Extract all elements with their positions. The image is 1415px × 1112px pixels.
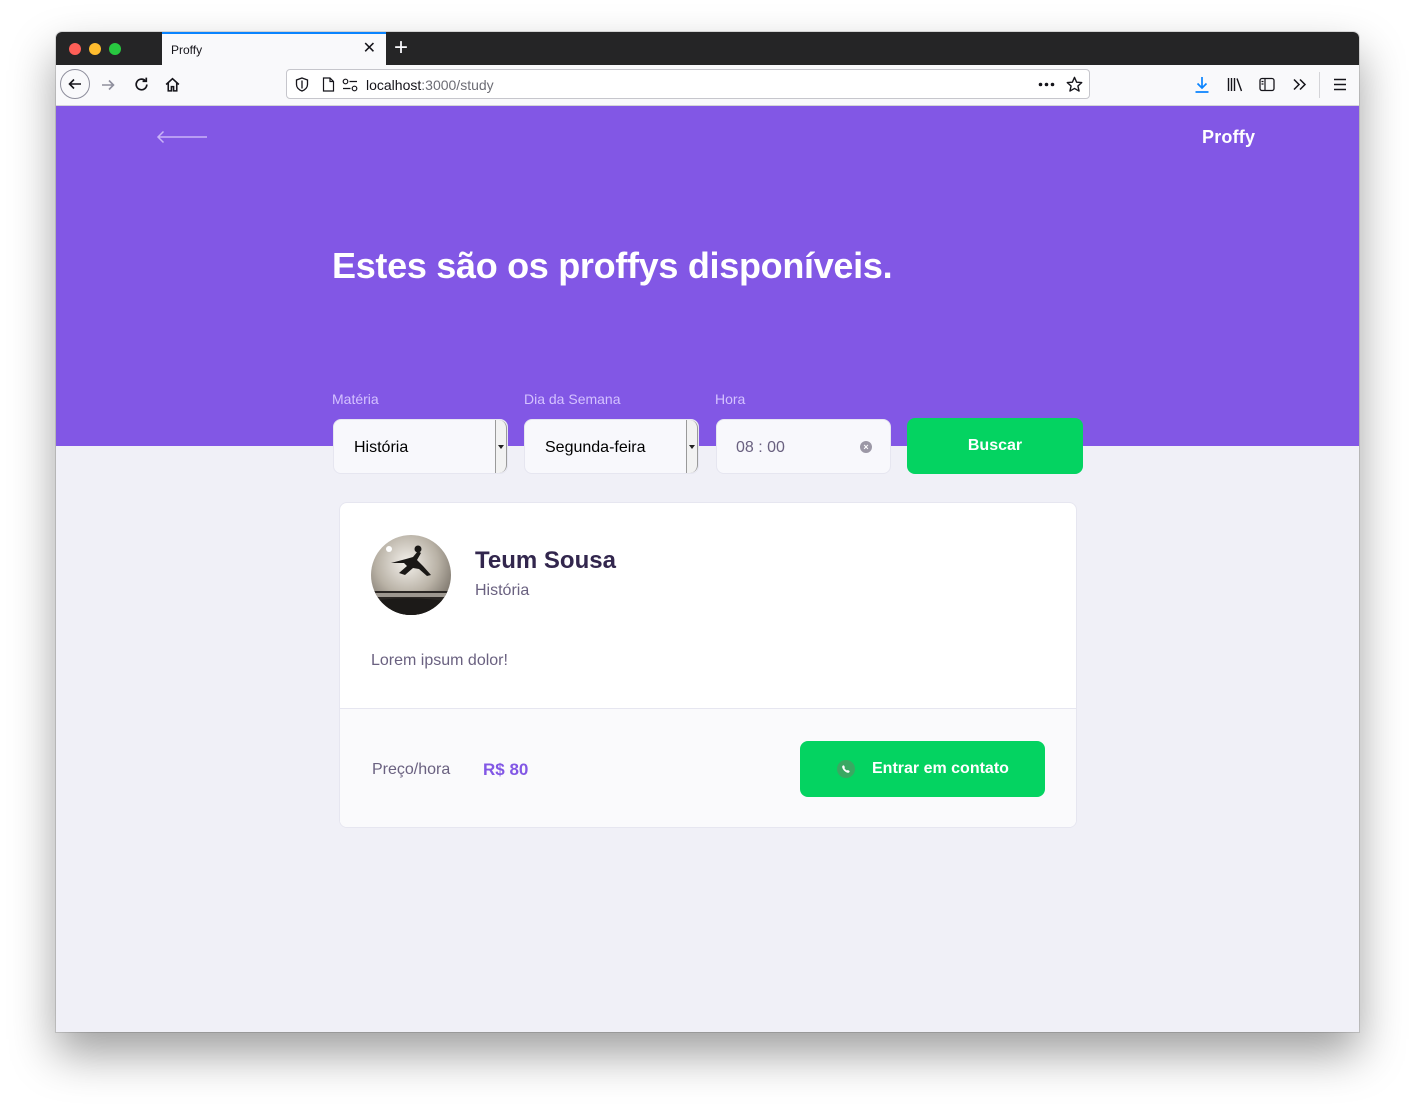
url-host: localhost xyxy=(366,77,422,93)
download-icon[interactable] xyxy=(1194,76,1210,94)
weekday-select[interactable]: Segunda-feira xyxy=(524,419,699,474)
weekday-value: Segunda-feira xyxy=(545,439,646,456)
overflow-icon[interactable] xyxy=(1292,77,1307,92)
library-icon[interactable] xyxy=(1227,77,1244,92)
shield-icon[interactable] xyxy=(295,77,309,92)
page-header: Proffy Estes são os proffys disponíveis. xyxy=(56,106,1359,446)
url-text[interactable]: localhost:3000/study xyxy=(366,77,494,93)
avatar xyxy=(371,535,451,615)
price-label: Preço/hora xyxy=(372,761,451,778)
teacher-name: Teum Sousa xyxy=(475,547,616,574)
toolbar-divider xyxy=(1319,72,1320,98)
back-arrow-icon[interactable] xyxy=(156,130,208,144)
back-arrow-icon xyxy=(68,78,81,90)
permissions-icon[interactable] xyxy=(342,78,358,92)
page-icon[interactable] xyxy=(322,77,335,92)
avatar-image xyxy=(371,535,451,615)
tab-title: Proffy xyxy=(171,43,203,57)
url-path: :3000/study xyxy=(421,77,494,93)
search-button[interactable]: Buscar xyxy=(907,418,1083,474)
time-input[interactable]: 08 : 00 × xyxy=(716,419,891,474)
contact-button[interactable]: Entrar em contato xyxy=(800,741,1045,797)
teacher-bio: Lorem ipsum dolor! xyxy=(371,652,508,669)
clear-icon[interactable]: × xyxy=(860,441,872,453)
price-value: R$ 80 xyxy=(483,760,529,779)
more-icon[interactable] xyxy=(1038,82,1055,87)
maximize-window-button[interactable] xyxy=(109,43,121,55)
contact-button-label: Entrar em contato xyxy=(872,760,1009,777)
home-icon[interactable] xyxy=(164,76,181,93)
browser-window: Proffy ✕ + localhost:3000/study Proffy E… xyxy=(56,32,1359,1032)
subject-select[interactable]: História xyxy=(333,419,508,474)
search-button-label: Buscar xyxy=(967,437,1023,454)
chevron-down-icon[interactable] xyxy=(686,420,698,473)
back-button[interactable] xyxy=(60,69,90,99)
forward-arrow-icon[interactable] xyxy=(100,77,116,93)
menu-icon[interactable] xyxy=(1333,78,1347,91)
new-tab-button[interactable]: + xyxy=(394,34,408,62)
tab-close-icon[interactable]: ✕ xyxy=(363,40,376,58)
time-label: Hora xyxy=(715,391,746,407)
subject-value: História xyxy=(354,439,409,456)
tab-bar: Proffy ✕ + xyxy=(56,32,1359,65)
reload-icon[interactable] xyxy=(133,76,150,93)
minimize-window-button[interactable] xyxy=(89,43,101,55)
teacher-subject: História xyxy=(475,582,530,599)
time-value: 08 : 00 xyxy=(736,439,785,456)
sidebar-icon[interactable] xyxy=(1259,77,1275,92)
whatsapp-icon xyxy=(837,760,855,778)
card-footer: Preço/hora R$ 80 Entrar em contato xyxy=(340,708,1076,827)
bookmark-star-icon[interactable] xyxy=(1066,76,1083,93)
tab-proffy[interactable]: Proffy ✕ xyxy=(162,32,386,65)
address-bar[interactable]: localhost:3000/study xyxy=(286,69,1090,99)
close-window-button[interactable] xyxy=(69,43,81,55)
brand-logo: Proffy xyxy=(1202,127,1256,147)
weekday-label: Dia da Semana xyxy=(524,391,621,407)
page-content: Proffy Estes são os proffys disponíveis.… xyxy=(56,106,1359,1032)
chevron-down-icon[interactable] xyxy=(495,420,507,473)
browser-toolbar: localhost:3000/study xyxy=(56,65,1359,106)
page-title: Estes são os proffys disponíveis. xyxy=(332,245,893,286)
subject-label: Matéria xyxy=(332,391,379,407)
teacher-card: Teum Sousa História Lorem ipsum dolor! P… xyxy=(339,502,1077,828)
